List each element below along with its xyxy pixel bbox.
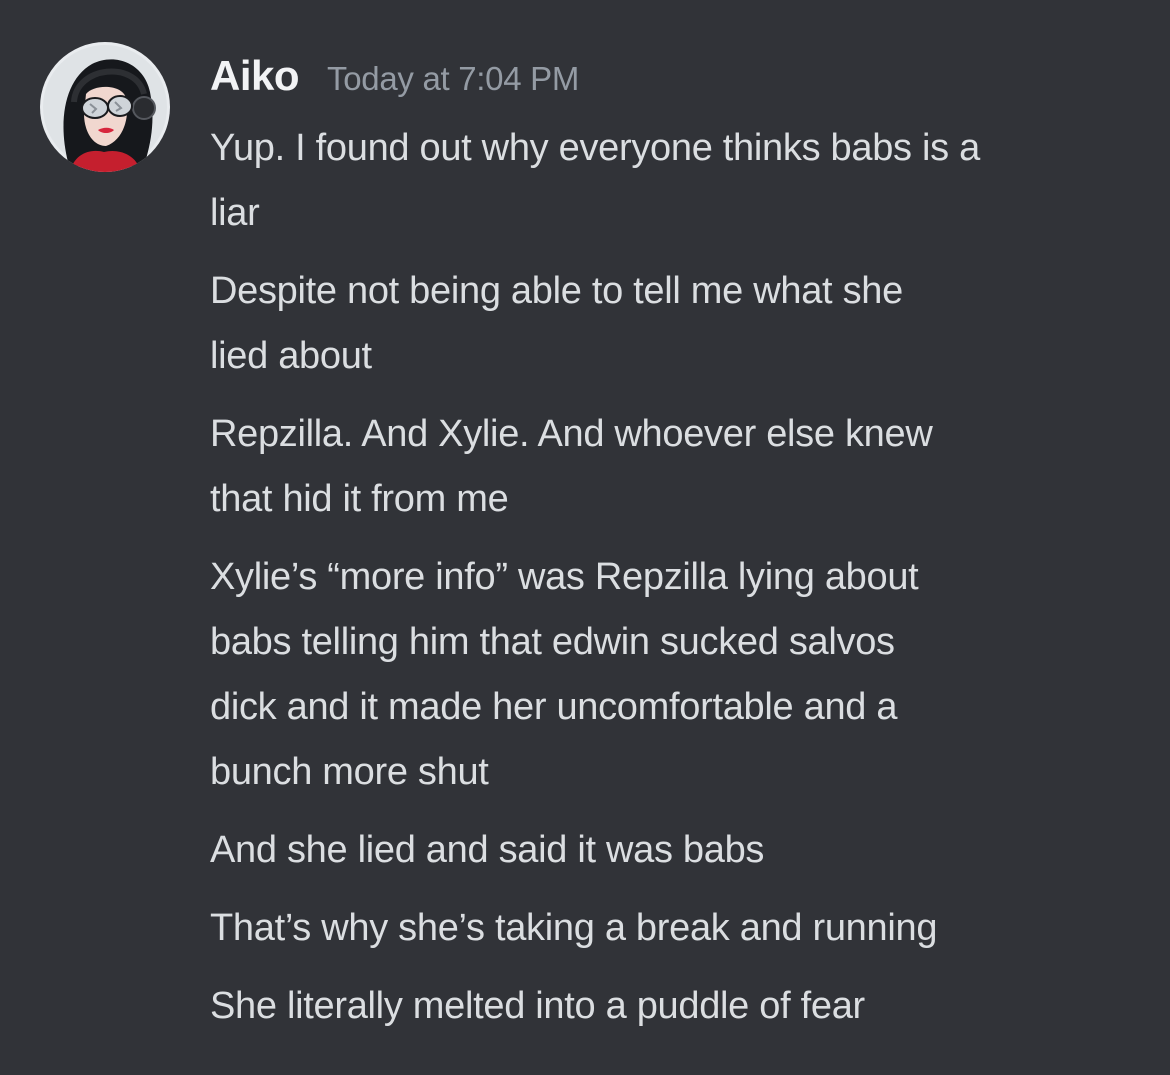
message-line: That’s why she’s taking a break and runn…: [210, 907, 938, 949]
message-line: that hid it from me: [210, 478, 509, 520]
user-avatar-icon[interactable]: [40, 42, 170, 172]
message-line: Repzilla. And Xylie. And whoever else kn…: [210, 413, 933, 455]
chat-message[interactable]: That’s why she’s taking a break and runn…: [210, 896, 1150, 961]
username[interactable]: Aiko: [210, 52, 300, 100]
message-line: lied about: [210, 335, 372, 377]
message-line: She literally melted into a puddle of fe…: [210, 985, 865, 1027]
message-line: liar: [210, 192, 260, 234]
message-timestamp: Today at 7:04 PM: [327, 60, 580, 97]
chat-message[interactable]: Repzilla. And Xylie. And whoever else kn…: [210, 402, 1150, 532]
message-line: Xylie’s “more info” was Repzilla lying a…: [210, 556, 919, 598]
message-line: bunch more shut: [210, 751, 489, 793]
message-list: Yup. I found out why everyone thinks bab…: [210, 116, 1150, 1052]
chat-message[interactable]: Xylie’s “more info” was Repzilla lying a…: [210, 545, 1150, 805]
message-line: dick and it made her uncomfortable and a: [210, 686, 898, 728]
chat-message[interactable]: She literally melted into a puddle of fe…: [210, 974, 1150, 1039]
message-header: Aiko Today at 7:04 PM: [210, 52, 579, 112]
message-group: Aiko Today at 7:04 PM Yup. I found out w…: [0, 0, 1170, 1075]
message-line: Despite not being able to tell me what s…: [210, 270, 903, 312]
message-line: Yup. I found out why everyone thinks bab…: [210, 127, 980, 169]
chat-message[interactable]: Despite not being able to tell me what s…: [210, 259, 1150, 389]
message-line: babs telling him that edwin sucked salvo…: [210, 621, 895, 663]
message-line: And she lied and said it was babs: [210, 829, 765, 871]
chat-message[interactable]: And she lied and said it was babs: [210, 818, 1150, 883]
chat-message[interactable]: Yup. I found out why everyone thinks bab…: [210, 116, 1150, 246]
